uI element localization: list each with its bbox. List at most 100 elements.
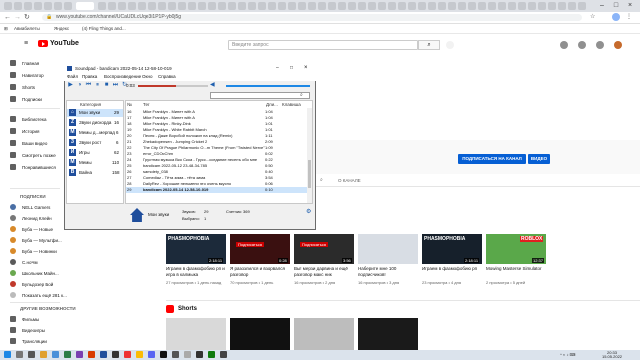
app-icon[interactable] [172, 351, 179, 358]
volume-slider[interactable] [226, 85, 310, 87]
soundpad-search-input[interactable] [210, 92, 310, 99]
sidebar-item-gaming[interactable]: Видеоигры [22, 328, 45, 333]
sidebar-item-explore[interactable]: Навигатор [22, 73, 44, 78]
subscription-item[interactable]: Буба — Мультфи... [22, 238, 62, 243]
browser-tab[interactable] [488, 2, 496, 10]
browser-tab[interactable] [158, 2, 166, 10]
video-title[interactable]: Играем в фазмофобию рп и игра в калмыка [166, 266, 226, 278]
browser-tab[interactable] [398, 2, 406, 10]
subscription-item[interactable]: NELL Gamers [22, 205, 50, 210]
table-scrollbar[interactable] [307, 108, 312, 203]
headphones-icon[interactable]: ◑ [76, 82, 83, 89]
apps-icon[interactable]: ⊞ [4, 25, 8, 32]
browser-tab[interactable] [268, 2, 276, 10]
app-icon[interactable] [196, 351, 203, 358]
subscription-item[interactable]: Буба — Новые [22, 227, 53, 232]
browser-tab[interactable] [218, 2, 226, 10]
subscribe-button[interactable]: ПОДПИСАТЬСЯ НА КАНАЛ [458, 154, 526, 164]
video-title[interactable]: Я разозлился и взорвался разговор [230, 266, 290, 278]
short-thumbnail[interactable] [358, 318, 418, 350]
stop-icon[interactable]: ■ [103, 82, 110, 89]
browser-tab[interactable] [128, 2, 136, 10]
back-icon[interactable]: ← [4, 13, 11, 22]
skip-forward-icon[interactable]: ⏭ [112, 82, 119, 89]
menu-help[interactable]: Справка [158, 73, 176, 81]
browser-tab-active[interactable] [76, 2, 94, 10]
video-title[interactable]: Наберите мне 100 подписчиков! [358, 266, 418, 278]
menu-file[interactable]: Файл [67, 73, 78, 81]
browser-tab[interactable] [368, 2, 376, 10]
discord-icon[interactable] [148, 351, 155, 358]
column-header-number[interactable]: № [127, 101, 132, 108]
menu-edit[interactable]: Правка [82, 73, 97, 81]
short-thumbnail[interactable] [230, 318, 290, 350]
table-row-selected[interactable]: 29 bandicam 2022-05-14 12-58-10-019 0:10 [126, 187, 312, 193]
system-clock[interactable]: 20:33 15.05.2022 [602, 351, 622, 359]
sidebar-item-library[interactable]: Библиотека [22, 117, 46, 122]
sidebar-item-your-videos[interactable]: Ваши видео [22, 141, 47, 146]
browser-tab[interactable] [64, 2, 72, 10]
search-icon[interactable] [16, 351, 23, 358]
menu-playback[interactable]: Воспроизведение [104, 73, 141, 81]
app-icon[interactable] [112, 351, 119, 358]
close-icon[interactable]: × [624, 1, 636, 11]
column-header-hotkey[interactable]: Клавиша [282, 101, 301, 108]
browser-tab[interactable] [358, 2, 366, 10]
subscription-item[interactable]: Буба — Новинки [22, 249, 57, 254]
soundpad-taskbar-icon[interactable] [100, 351, 107, 358]
app-icon[interactable] [88, 351, 95, 358]
sidebar-item-live[interactable]: Трансляции [22, 339, 47, 344]
show-more-link[interactable]: Показать ещё 281 к... [22, 293, 67, 298]
hamburger-icon[interactable]: ≡ [24, 40, 28, 47]
browser-tab[interactable] [348, 2, 356, 10]
browser-tab[interactable] [328, 2, 336, 10]
menu-window[interactable]: Окно [142, 73, 152, 81]
speaker-icon[interactable]: ◀ [210, 82, 215, 89]
forward-icon[interactable]: → [14, 13, 21, 22]
browser-tab[interactable] [54, 2, 62, 10]
explorer-icon[interactable] [40, 351, 47, 358]
browser-tab[interactable] [478, 2, 486, 10]
start-icon[interactable] [4, 351, 11, 358]
browser-tab[interactable] [468, 2, 476, 10]
category-header[interactable]: Категория [80, 101, 101, 108]
video-thumbnail[interactable] [358, 234, 418, 264]
browser-tab[interactable] [178, 2, 186, 10]
browser-tab[interactable] [188, 2, 196, 10]
browser-tab[interactable] [24, 2, 32, 10]
star-icon[interactable]: ☆ [590, 13, 595, 22]
search-icon[interactable]: ⌕ [320, 177, 323, 183]
browser-tab[interactable] [558, 2, 566, 10]
browser-tab[interactable] [448, 2, 456, 10]
app-icon[interactable] [76, 351, 83, 358]
subscription-item[interactable]: Леонид Клейн [22, 216, 52, 221]
bell-icon[interactable] [596, 41, 604, 49]
sidebar-item-liked[interactable]: Понравившиеся [22, 165, 56, 170]
pause-icon[interactable]: ⏸ [94, 82, 101, 89]
browser-tab[interactable] [198, 2, 206, 10]
sidebar-item-subscriptions[interactable]: Подписки [22, 97, 42, 102]
video-title[interactable]: Mowing Masterse Simulator [486, 266, 546, 272]
short-thumbnail[interactable] [166, 318, 226, 350]
avatar[interactable] [614, 41, 622, 49]
browser-tab[interactable] [4, 2, 12, 10]
browser-tab[interactable] [538, 2, 546, 10]
skip-back-icon[interactable]: ⏮ [85, 82, 92, 89]
scrollbar-thumb[interactable] [308, 160, 311, 188]
browser-tab[interactable] [298, 2, 306, 10]
browser-tab[interactable] [208, 2, 216, 10]
browser-tab[interactable] [458, 2, 466, 10]
sidebar-item-watch-later[interactable]: Смотреть позже [22, 153, 56, 158]
app-icon[interactable] [220, 351, 227, 358]
browser-tab[interactable] [248, 2, 256, 10]
browser-tab[interactable] [438, 2, 446, 10]
sidebar-item-history[interactable]: История [22, 129, 39, 134]
browser-tab[interactable] [34, 2, 42, 10]
browser-tab[interactable] [568, 2, 576, 10]
mic-icon[interactable] [446, 41, 454, 49]
browser-tab[interactable] [288, 2, 296, 10]
browser-tab[interactable] [508, 2, 516, 10]
app-icon[interactable] [184, 351, 191, 358]
browser-tab[interactable] [308, 2, 316, 10]
browser-tab[interactable] [118, 2, 126, 10]
